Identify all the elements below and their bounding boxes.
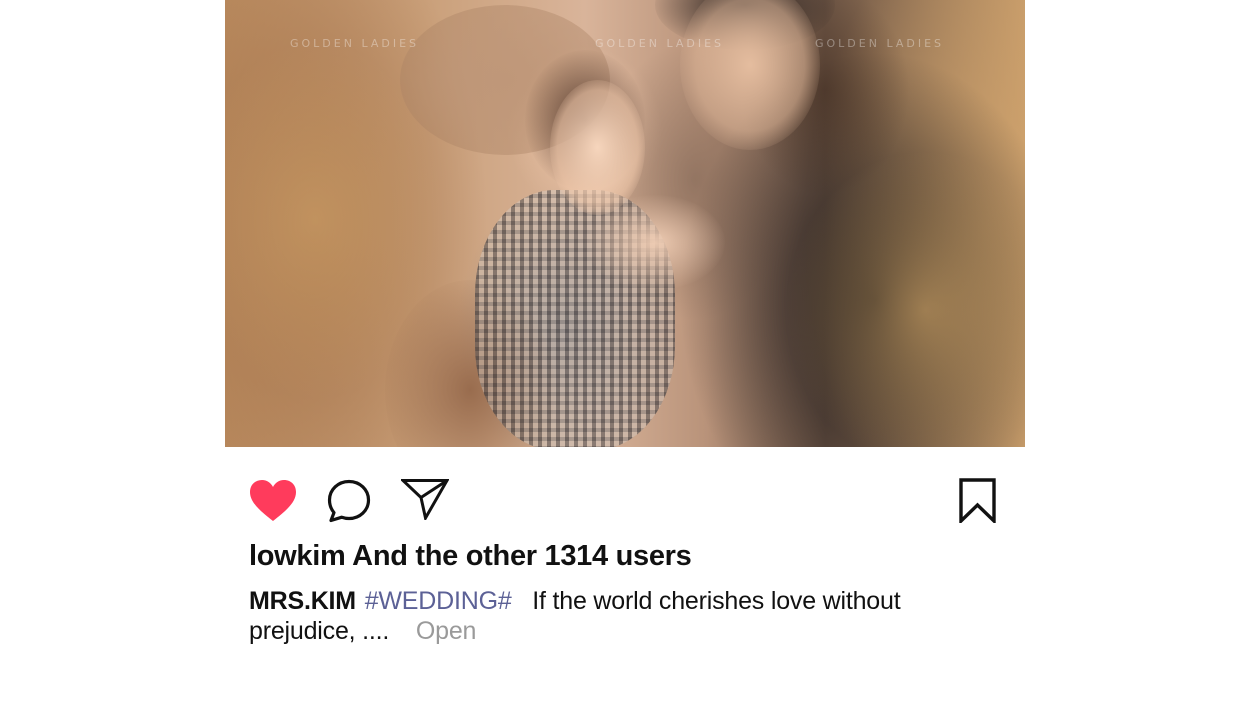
caption-open-link[interactable]: Open <box>416 617 477 645</box>
photo-watermark: GOLDEN LADIES <box>595 37 725 50</box>
post-photo[interactable]: GOLDEN LADIES GOLDEN LADIES GOLDEN LADIE… <box>225 0 1025 447</box>
photo-woman-face <box>550 80 645 215</box>
bookmark-icon[interactable] <box>959 478 996 523</box>
photo-foliage-blur-right <box>785 150 1025 447</box>
caption-hashtag[interactable]: #WEDDING# <box>365 587 512 615</box>
photo-hands <box>585 195 725 290</box>
caption-author[interactable]: MRS.KIM <box>249 587 356 615</box>
photo-man-face <box>680 0 820 150</box>
likes-summary[interactable]: lowkim And the other 1314 users <box>249 540 692 573</box>
post-caption: MRS.KIM #WEDDING# If the world cherishes… <box>249 586 949 646</box>
heart-filled-icon[interactable] <box>249 479 297 523</box>
speech-bubble-icon[interactable] <box>327 479 371 523</box>
photo-watermark: GOLDEN LADIES <box>815 37 945 50</box>
paper-plane-icon[interactable] <box>401 478 449 520</box>
photo-watermark: GOLDEN LADIES <box>290 37 420 50</box>
